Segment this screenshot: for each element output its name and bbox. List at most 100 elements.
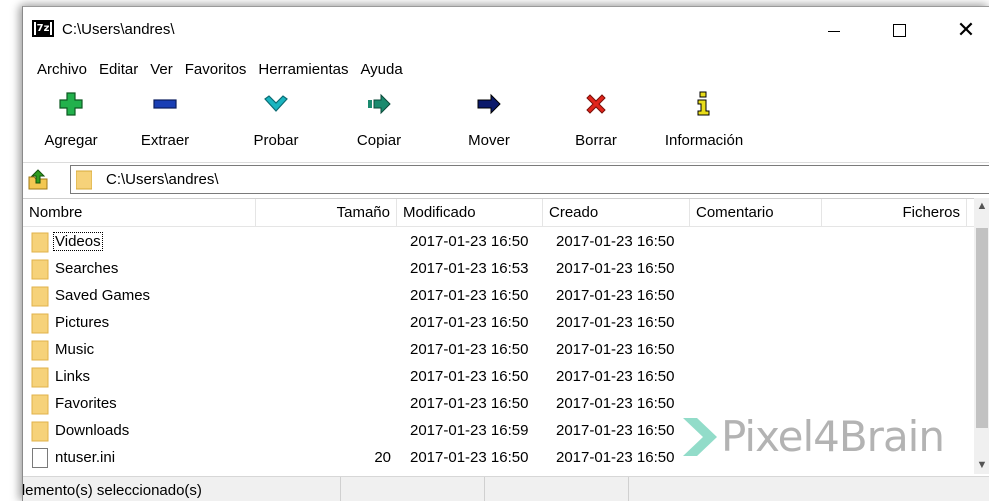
column-size[interactable]: Tamaño <box>256 199 397 227</box>
item-modified: 2017-01-23 16:59 <box>410 422 529 439</box>
status-selected-text: 0 elemento(s) seleccionado(s) <box>22 482 202 499</box>
copy-label: Copiar <box>356 132 402 149</box>
info-label: Información <box>664 132 744 149</box>
folder-icon <box>31 421 49 442</box>
list-item[interactable]: Links 2017-01-23 16:50 2017-01-23 16:50 <box>23 364 973 391</box>
folder-icon <box>31 394 49 415</box>
item-name: Downloads <box>55 422 130 439</box>
folder-icon <box>31 367 49 388</box>
list-item[interactable]: Videos 2017-01-23 16:50 2017-01-23 16:50 <box>23 229 973 256</box>
info-button[interactable]: Información <box>656 85 752 155</box>
item-name: ntuser.ini <box>55 449 116 466</box>
minus-icon <box>153 99 177 109</box>
scroll-up-icon[interactable]: ▲ <box>974 198 989 215</box>
move-arrow-icon <box>477 93 501 115</box>
check-icon <box>264 95 288 112</box>
item-created: 2017-01-23 16:50 <box>556 233 675 250</box>
add-button[interactable]: Agregar <box>31 85 111 155</box>
column-headers: Nombre Tamaño Modificado Creado Comentar… <box>23 199 989 227</box>
move-label: Mover <box>468 132 510 149</box>
maximize-button[interactable] <box>876 13 922 47</box>
folder-icon <box>31 232 49 253</box>
menu-ayuda[interactable]: Ayuda <box>354 61 408 78</box>
delete-button[interactable]: Borrar <box>556 85 636 155</box>
list-item[interactable]: Searches 2017-01-23 16:53 2017-01-23 16:… <box>23 256 973 283</box>
item-modified: 2017-01-23 16:50 <box>410 449 529 466</box>
toolbar: Agregar Extraer Probar Copiar Mover Borr… <box>23 85 989 159</box>
list-item[interactable]: Saved Games 2017-01-23 16:50 2017-01-23 … <box>23 283 973 310</box>
minimize-button[interactable] <box>811 13 857 47</box>
path-input[interactable]: C:\Users\andres\ ⌄ <box>70 165 989 194</box>
item-created: 2017-01-23 16:50 <box>556 368 675 385</box>
folder-icon <box>31 340 49 361</box>
address-bar: C:\Users\andres\ ⌄ <box>23 162 989 194</box>
item-name: Pictures <box>55 314 110 331</box>
copy-arrow-icon <box>368 93 391 115</box>
item-modified: 2017-01-23 16:50 <box>410 314 529 331</box>
item-modified: 2017-01-23 16:50 <box>410 233 529 250</box>
move-button[interactable]: Mover <box>449 85 529 155</box>
item-created: 2017-01-23 16:50 <box>556 449 675 466</box>
item-modified: 2017-01-23 16:53 <box>410 260 529 277</box>
item-modified: 2017-01-23 16:50 <box>410 368 529 385</box>
scroll-thumb[interactable] <box>976 228 988 428</box>
status-cell <box>341 477 485 501</box>
close-button[interactable]: ✕ <box>943 13 989 47</box>
menu-archivo[interactable]: Archivo <box>31 61 93 78</box>
item-created: 2017-01-23 16:50 <box>556 287 675 304</box>
column-created[interactable]: Creado <box>543 199 690 227</box>
test-button[interactable]: Probar <box>236 85 316 155</box>
item-modified: 2017-01-23 16:50 <box>410 341 529 358</box>
delete-x-icon <box>586 94 606 114</box>
title-bar[interactable]: 7z C:\Users\andres\ ✕ <box>23 7 989 55</box>
folder-icon <box>31 259 49 280</box>
watermark-text: Pixel4Brain <box>721 412 945 461</box>
7zip-app-icon: 7z <box>32 20 54 37</box>
item-name: Links <box>55 368 91 385</box>
plus-icon <box>59 92 83 116</box>
column-files[interactable]: Ficheros <box>822 199 967 227</box>
item-modified: 2017-01-23 16:50 <box>410 395 529 412</box>
menu-editar[interactable]: Editar <box>93 61 144 78</box>
test-label: Probar <box>253 132 299 149</box>
close-icon: ✕ <box>956 17 976 43</box>
folder-icon <box>76 170 92 190</box>
item-created: 2017-01-23 16:50 <box>556 341 675 358</box>
menu-ver[interactable]: Ver <box>144 61 179 78</box>
item-created: 2017-01-23 16:50 <box>556 260 675 277</box>
minimize-icon <box>828 30 840 32</box>
item-modified: 2017-01-23 16:50 <box>410 287 529 304</box>
extract-label: Extraer <box>140 132 190 149</box>
column-modified[interactable]: Modificado <box>397 199 543 227</box>
column-name[interactable]: Nombre <box>23 199 256 227</box>
item-created: 2017-01-23 16:50 <box>556 314 675 331</box>
folder-icon <box>31 313 49 334</box>
column-comment[interactable]: Comentario <box>690 199 822 227</box>
list-item[interactable]: Music 2017-01-23 16:50 2017-01-23 16:50 <box>23 337 973 364</box>
status-cell-selection: 0 elemento(s) seleccionado(s) <box>23 477 341 501</box>
folder-icon <box>31 286 49 307</box>
menu-herramientas[interactable]: Herramientas <box>252 61 354 78</box>
menu-favoritos[interactable]: Favoritos <box>179 61 253 78</box>
copy-button[interactable]: Copiar <box>339 85 419 155</box>
info-icon <box>697 91 710 116</box>
item-created: 2017-01-23 16:50 <box>556 422 675 439</box>
menu-bar: Archivo Editar Ver Favoritos Herramienta… <box>23 57 409 81</box>
status-bar: 0 elemento(s) seleccionado(s) <box>23 476 989 501</box>
watermark: Pixel4Brain <box>683 412 983 462</box>
watermark-arrow-icon <box>683 418 717 456</box>
item-size: 20 <box>374 449 391 466</box>
item-name: Searches <box>55 260 119 277</box>
window-title: C:\Users\andres\ <box>62 21 175 38</box>
extract-button[interactable]: Extraer <box>125 85 205 155</box>
maximize-icon <box>892 23 906 37</box>
list-item[interactable]: Pictures 2017-01-23 16:50 2017-01-23 16:… <box>23 310 973 337</box>
up-folder-icon[interactable] <box>26 167 50 191</box>
delete-label: Borrar <box>575 132 617 149</box>
item-name: Saved Games <box>55 287 151 304</box>
file-icon <box>32 448 48 468</box>
status-cell <box>485 477 629 501</box>
add-label: Agregar <box>44 132 98 149</box>
path-text: C:\Users\andres\ <box>106 171 219 188</box>
item-name: Music <box>55 341 95 358</box>
